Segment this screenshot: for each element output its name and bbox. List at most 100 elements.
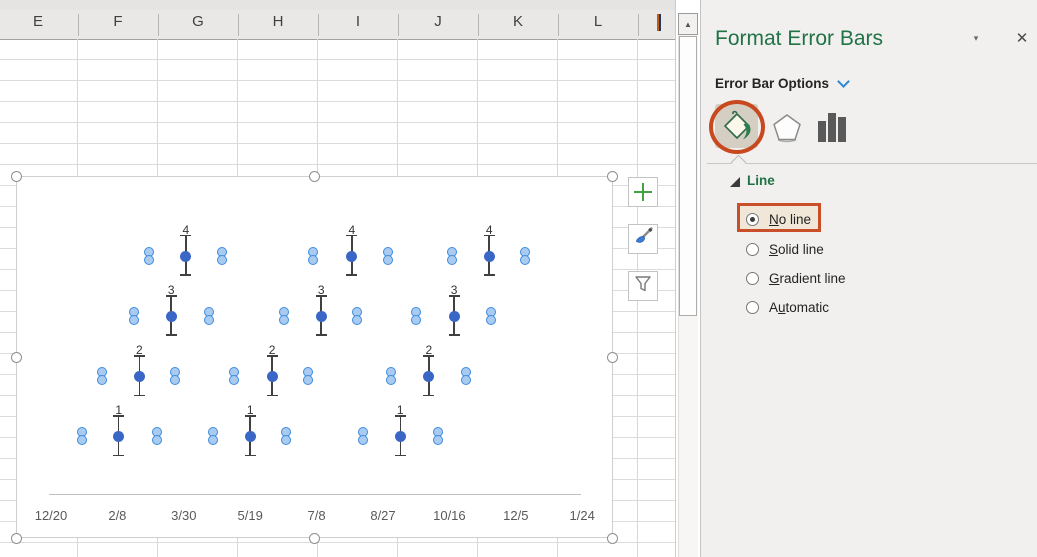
resize-handle-middle-left[interactable] — [11, 352, 22, 363]
paired-point-marker[interactable] — [303, 367, 314, 386]
paired-point-marker[interactable] — [170, 367, 181, 386]
chart[interactable]: 12/20 2/8 3/30 5/19 7/8 8/27 10/16 12/5 1/24 1 1 1 2… — [16, 176, 613, 538]
x-axis-label[interactable]: 3/30 — [158, 508, 210, 523]
resize-handle-middle-right[interactable] — [607, 352, 618, 363]
data-point-label[interactable]: 4 — [175, 223, 197, 237]
data-point-label[interactable]: 4 — [478, 223, 500, 237]
paired-point-marker[interactable] — [386, 367, 397, 386]
resize-handle-top-middle[interactable] — [309, 171, 320, 182]
data-point-label[interactable]: 4 — [341, 223, 363, 237]
paired-point-marker[interactable] — [461, 367, 472, 386]
data-point-marker[interactable] — [484, 251, 495, 262]
data-point-marker[interactable] — [166, 311, 177, 322]
radio-option-gradient-line[interactable]: Gradient line — [746, 270, 846, 287]
data-point-marker[interactable] — [267, 371, 278, 382]
scrollbar-thumb[interactable] — [679, 36, 697, 316]
funnel-icon — [633, 274, 653, 299]
data-point-marker[interactable] — [449, 311, 460, 322]
data-point-label[interactable]: 1 — [239, 403, 261, 417]
paired-point-marker[interactable] — [204, 307, 215, 326]
data-point-label[interactable]: 3 — [443, 283, 465, 297]
data-point-label[interactable]: 2 — [418, 343, 440, 357]
paired-point-marker[interactable] — [279, 307, 290, 326]
data-point-label[interactable]: 1 — [389, 403, 411, 417]
column-header-H[interactable]: H — [253, 13, 303, 30]
error-bar-options-dropdown[interactable]: Error Bar Options — [715, 76, 848, 91]
data-point-label[interactable]: 3 — [160, 283, 182, 297]
column-header-L[interactable]: L — [573, 13, 623, 30]
x-axis-label[interactable]: 1/24 — [556, 508, 608, 523]
paired-point-marker[interactable] — [144, 247, 155, 266]
paired-point-marker[interactable] — [229, 367, 240, 386]
paired-point-marker[interactable] — [308, 247, 319, 266]
x-axis-label[interactable]: 7/8 — [291, 508, 343, 523]
data-point-label[interactable]: 1 — [108, 403, 130, 417]
paired-point-marker[interactable] — [383, 247, 394, 266]
paired-point-marker[interactable] — [129, 307, 140, 326]
chart-styles-button[interactable] — [628, 224, 658, 254]
resize-handle-top-right[interactable] — [607, 171, 618, 182]
x-axis-label[interactable]: 2/8 — [91, 508, 143, 523]
data-point-marker[interactable] — [245, 431, 256, 442]
radio-option-no-line[interactable]: No line — [746, 211, 811, 228]
paired-point-marker[interactable] — [520, 247, 531, 266]
section-expand-triangle-icon[interactable] — [730, 177, 740, 187]
paired-point-marker[interactable] — [77, 427, 88, 446]
line-section-title[interactable]: Line — [747, 173, 775, 188]
resize-handle-bottom-left[interactable] — [11, 533, 22, 544]
pane-close-button[interactable]: ✕ — [1011, 29, 1033, 49]
paired-point-marker[interactable] — [411, 307, 422, 326]
resize-handle-bottom-right[interactable] — [607, 533, 618, 544]
data-point-marker[interactable] — [346, 251, 357, 262]
error-bar-cap-bottom — [395, 455, 406, 457]
x-axis-label[interactable]: 12/5 — [490, 508, 542, 523]
paired-point-marker[interactable] — [352, 307, 363, 326]
paired-point-marker[interactable] — [358, 427, 369, 446]
data-point-label[interactable]: 3 — [310, 283, 332, 297]
data-point-marker[interactable] — [180, 251, 191, 262]
data-point-label[interactable]: 2 — [128, 343, 150, 357]
paired-point-marker[interactable] — [281, 427, 292, 446]
radio-option-automatic[interactable]: Automatic — [746, 299, 829, 316]
paired-point-marker[interactable] — [447, 247, 458, 266]
column-header-J[interactable]: J — [413, 13, 463, 30]
paired-point-marker[interactable] — [208, 427, 219, 446]
data-point-marker[interactable] — [134, 371, 145, 382]
format-error-bars-pane: Format Error Bars ▾ ✕ Error Bar Options — [700, 0, 1037, 557]
spreadsheet-grid: EFGHIJKL 12/202/83/305/197/88/2710/1612/… — [0, 0, 676, 557]
data-point-label[interactable]: 2 — [261, 343, 283, 357]
x-axis-label[interactable]: 10/16 — [423, 508, 475, 523]
column-header-F[interactable]: F — [93, 13, 143, 30]
radio-button[interactable] — [746, 243, 759, 256]
data-point-marker[interactable] — [395, 431, 406, 442]
radio-button[interactable] — [746, 213, 759, 226]
column-header-E[interactable]: E — [13, 13, 63, 30]
resize-handle-top-left[interactable] — [11, 171, 22, 182]
radio-button[interactable] — [746, 272, 759, 285]
pane-dropdown-button[interactable]: ▾ — [965, 33, 987, 51]
paired-point-marker[interactable] — [433, 427, 444, 446]
data-point-marker[interactable] — [316, 311, 327, 322]
paired-point-marker[interactable] — [217, 247, 228, 266]
paired-point-marker[interactable] — [97, 367, 108, 386]
scroll-up-button[interactable]: ▲ — [678, 13, 698, 35]
pair-circle — [461, 375, 471, 385]
x-axis-label[interactable]: 8/27 — [357, 508, 409, 523]
radio-button[interactable] — [746, 301, 759, 314]
column-header-I[interactable]: I — [333, 13, 383, 30]
paired-point-marker[interactable] — [486, 307, 497, 326]
radio-option-solid-line[interactable]: Solid line — [746, 241, 824, 258]
x-axis-label[interactable]: 12/20 — [25, 508, 77, 523]
paired-point-marker[interactable] — [152, 427, 163, 446]
tab-error-bar-options[interactable] — [817, 112, 849, 149]
column-header-K[interactable]: K — [493, 13, 543, 30]
tab-effects[interactable] — [771, 112, 803, 149]
data-point-marker[interactable] — [113, 431, 124, 442]
x-axis-label[interactable]: 5/19 — [224, 508, 276, 523]
data-point-marker[interactable] — [423, 371, 434, 382]
resize-handle-bottom-middle[interactable] — [309, 533, 320, 544]
column-header-G[interactable]: G — [173, 13, 223, 30]
x-axis-line — [49, 494, 581, 495]
chart-filters-button[interactable] — [628, 271, 658, 301]
chart-elements-button[interactable] — [628, 177, 658, 207]
